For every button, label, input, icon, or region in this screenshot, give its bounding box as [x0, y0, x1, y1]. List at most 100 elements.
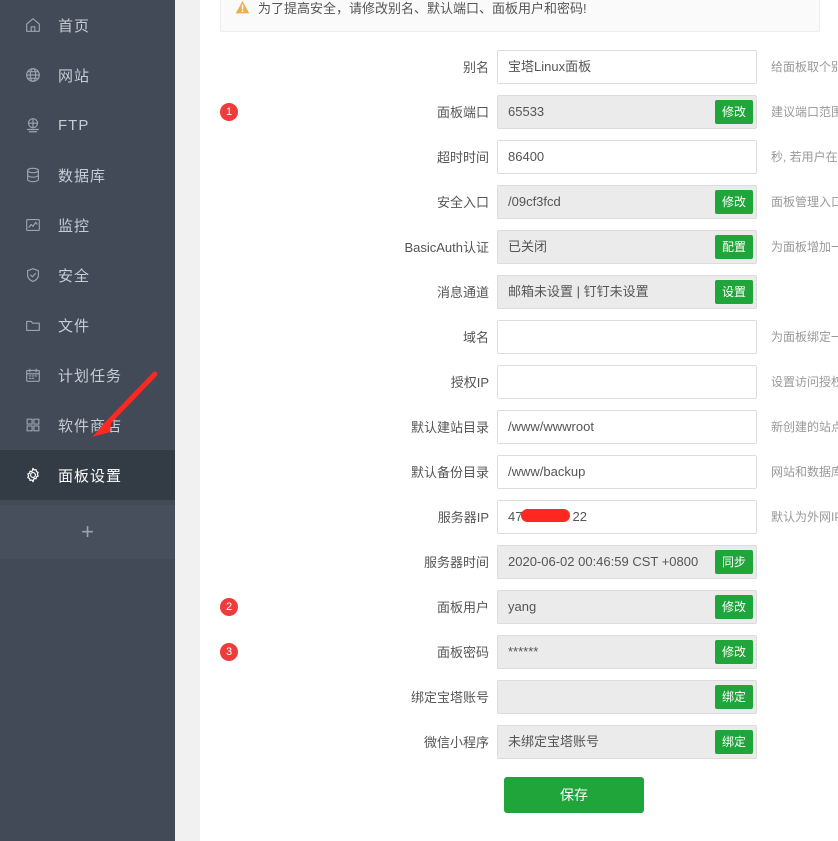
sidebar-item-6[interactable]: 文件 — [0, 300, 175, 350]
security-alert-text: 为了提高安全，请修改别名、默认端口、面板用户和密码! — [258, 0, 587, 17]
ip-suffix: 22 — [572, 509, 586, 524]
sidebar-item-7[interactable]: 计划任务 — [0, 350, 175, 400]
form-row: 域名 为面板绑定一个访问域名;注意：一旦绑定域名,只 — [200, 314, 838, 359]
calendar-icon — [22, 364, 44, 386]
field-label: 微信小程序 — [200, 732, 497, 751]
field-label: 安全入口 — [200, 192, 497, 211]
shield-icon — [22, 264, 44, 286]
field-help-text: 面板管理入口,设置后只能通过指定安全入口登录面 — [771, 193, 838, 210]
security-alert-banner: 为了提高安全，请修改别名、默认端口、面板用户和密码! — [220, 0, 820, 32]
form-row: 服务器IP4722 默认为外网IP,若您在本地虚拟机测试,请填写虚拟 — [200, 494, 838, 539]
form-row: 安全入口/09cf3fcd修改面板管理入口,设置后只能通过指定安全入口登录面 — [200, 179, 838, 224]
sidebar-item-label: 计划任务 — [58, 365, 122, 386]
field-label: 超时时间 — [200, 147, 497, 166]
sidebar-item-label: 监控 — [58, 215, 90, 236]
form-row: 绑定宝塔账号 绑定 — [200, 674, 838, 719]
help-text-main: 为面板绑定一个访问域名;注意：一旦绑定域名,只 — [771, 330, 838, 344]
step-badge: 3 — [220, 643, 238, 661]
field-control: 绑定 — [497, 680, 757, 714]
add-item-button[interactable]: + — [0, 505, 175, 559]
help-text-main: 面板管理入口,设置后只能通过指定安全入口登录面 — [771, 195, 838, 209]
form-row: BasicAuth认证已关闭配置为面板增加一道基于BasicAuth的认证服务，… — [200, 224, 838, 269]
field-action-button[interactable]: 修改 — [715, 100, 753, 124]
field-control: /www/wwwroot — [497, 410, 757, 444]
sidebar-item-label: 安全 — [58, 265, 90, 286]
redaction-mark — [521, 509, 570, 522]
sidebar-item-5[interactable]: 安全 — [0, 250, 175, 300]
field-action-button[interactable]: 修改 — [715, 640, 753, 664]
sidebar-item-label: 数据库 — [58, 165, 106, 186]
help-text-main: 默认为外网IP,若您在本地虚拟机测试,请填写虚拟 — [771, 510, 838, 524]
form-row: 1面板端口65533修改建议端口范围8888 - 65535，注意：有安全组的服 — [200, 89, 838, 134]
sidebar-item-3[interactable]: 数据库 — [0, 150, 175, 200]
field-action-button[interactable]: 绑定 — [715, 730, 753, 754]
field-control: 邮箱未设置 | 钉钉未设置设置 — [497, 275, 757, 309]
help-text-main: 设置访问授权IP,多个请使用逗号(,)隔开;注意：一 — [771, 375, 838, 389]
globe-icon — [22, 64, 44, 86]
field-input[interactable] — [497, 320, 757, 354]
field-label: 面板用户 — [200, 597, 497, 616]
step-badge: 1 — [220, 103, 238, 121]
field-label: 服务器IP — [200, 507, 497, 526]
form-row: 消息通道邮箱未设置 | 钉钉未设置设置 — [200, 269, 838, 314]
field-input[interactable]: 86400 — [497, 140, 757, 174]
form-row: 默认建站目录/www/wwwroot新创建的站点,默认将保存到该目录的下级目录! — [200, 404, 838, 449]
field-help-text: 为面板绑定一个访问域名;注意：一旦绑定域名,只 — [771, 328, 838, 345]
step-badge: 2 — [220, 598, 238, 616]
field-control: 65533修改 — [497, 95, 757, 129]
sidebar-item-0[interactable]: 首页 — [0, 0, 175, 50]
field-action-button[interactable]: 设置 — [715, 280, 753, 304]
field-control: 86400 — [497, 140, 757, 174]
field-help-text: 给面板取个别名 — [771, 58, 838, 75]
field-control: 4722 — [497, 500, 757, 534]
sidebar-item-1[interactable]: 网站 — [0, 50, 175, 100]
field-label: 面板密码 — [200, 642, 497, 661]
sidebar-nav: 首页网站FTP数据库监控安全文件计划任务软件商店面板设置退出 — [0, 0, 175, 550]
ftp-icon — [22, 114, 44, 136]
sidebar-item-label: 首页 — [58, 15, 90, 36]
sidebar: 首页网站FTP数据库监控安全文件计划任务软件商店面板设置退出 + — [0, 0, 175, 841]
field-action-button[interactable]: 绑定 — [715, 685, 753, 709]
server-ip-input[interactable]: 4722 — [497, 500, 757, 534]
sidebar-item-2[interactable]: FTP — [0, 100, 175, 150]
sidebar-item-4[interactable]: 监控 — [0, 200, 175, 250]
field-action-button[interactable]: 同步 — [715, 550, 753, 574]
field-control: ******修改 — [497, 635, 757, 669]
field-control — [497, 320, 757, 354]
field-control: /09cf3fcd修改 — [497, 185, 757, 219]
sidebar-item-label: 文件 — [58, 315, 90, 336]
field-control: /www/backup — [497, 455, 757, 489]
field-help-text: 秒, 若用户在86400秒内没有任何操作，将自动退 — [771, 148, 838, 165]
field-action-button[interactable]: 配置 — [715, 235, 753, 259]
sidebar-item-9[interactable]: 面板设置 — [0, 450, 175, 500]
grid-icon — [22, 414, 44, 436]
field-control: yang修改 — [497, 590, 757, 624]
field-label: 面板端口 — [200, 102, 497, 121]
content-gutter — [175, 0, 200, 841]
field-action-button[interactable]: 修改 — [715, 595, 753, 619]
save-button[interactable]: 保存 — [504, 777, 644, 813]
field-label: 消息通道 — [200, 282, 497, 301]
field-input[interactable]: 宝塔Linux面板 — [497, 50, 757, 84]
database-icon — [22, 164, 44, 186]
home-icon — [22, 14, 44, 36]
field-input[interactable] — [497, 365, 757, 399]
field-label: 默认备份目录 — [200, 462, 497, 481]
field-label: 绑定宝塔账号 — [200, 687, 497, 706]
field-control: 未绑定宝塔账号绑定 — [497, 725, 757, 759]
warning-triangle-icon — [235, 0, 250, 15]
field-input[interactable]: /www/wwwroot — [497, 410, 757, 444]
field-label: 域名 — [200, 327, 497, 346]
sidebar-item-8[interactable]: 软件商店 — [0, 400, 175, 450]
field-help-text: 建议端口范围8888 - 65535，注意：有安全组的服 — [771, 103, 838, 120]
field-action-button[interactable]: 修改 — [715, 190, 753, 214]
field-label: 授权IP — [200, 372, 497, 391]
sidebar-item-label: FTP — [58, 117, 89, 134]
field-help-text: 设置访问授权IP,多个请使用逗号(,)隔开;注意：一 — [771, 373, 838, 390]
field-input[interactable]: /www/backup — [497, 455, 757, 489]
help-text-main: 建议端口范围8888 - 65535， — [771, 105, 838, 119]
form-row: 3面板密码******修改 — [200, 629, 838, 674]
field-label: BasicAuth认证 — [200, 237, 497, 256]
sidebar-bottom-background — [0, 559, 175, 841]
field-control — [497, 365, 757, 399]
